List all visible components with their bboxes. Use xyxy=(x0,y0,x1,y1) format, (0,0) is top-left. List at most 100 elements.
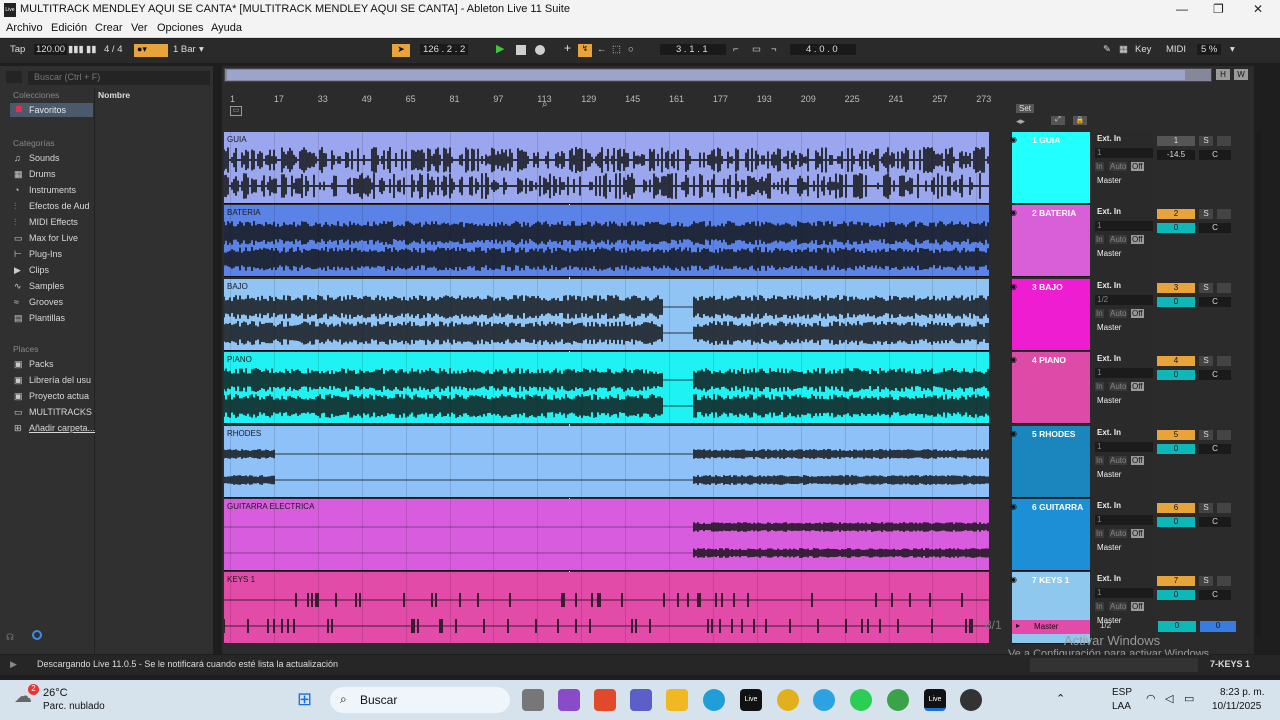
arm-button[interactable] xyxy=(1217,136,1231,146)
monitor-auto-button[interactable]: Auto xyxy=(1109,455,1128,465)
sidebar-item-favoritos[interactable]: Favoritos xyxy=(10,103,93,117)
monitor-auto-button[interactable]: Auto xyxy=(1109,529,1128,538)
sidebar-item-samples[interactable]: ∿ Samples xyxy=(14,281,64,292)
monitor-in-button[interactable]: In xyxy=(1095,529,1104,538)
windows-start-icon[interactable]: ⊞ xyxy=(297,689,317,709)
output-select[interactable]: Master xyxy=(1095,176,1153,186)
solo-button[interactable]: S xyxy=(1199,282,1213,293)
fold-icon[interactable]: ◉ xyxy=(1010,208,1017,217)
output-select[interactable]: Master xyxy=(1095,469,1153,480)
track-activator[interactable]: 3 xyxy=(1157,282,1195,293)
teams-icon[interactable] xyxy=(630,689,652,711)
track-header[interactable]: 1 GUIA ◉ xyxy=(1010,132,1090,204)
minimize-button[interactable]: — xyxy=(1176,2,1188,16)
fold-icon[interactable]: ◉ xyxy=(1010,575,1017,584)
monitor-in-button[interactable]: In xyxy=(1095,162,1104,171)
volume-field[interactable]: 0 xyxy=(1157,296,1195,307)
volume-field[interactable]: 0 xyxy=(1157,590,1195,601)
chrome-profile-icon[interactable] xyxy=(887,689,909,711)
position-field[interactable]: 126 . 2 . 2 xyxy=(420,44,469,55)
sidebar-item-grooves[interactable]: ≈ Grooves xyxy=(14,297,63,307)
solo-button[interactable]: S xyxy=(1199,136,1213,146)
punch-out-icon[interactable]: ¬ xyxy=(771,44,777,55)
nudge-icon[interactable]: ▮▮ xyxy=(86,44,96,55)
track-header[interactable]: 6 GUITARRA ◉ xyxy=(1010,499,1090,571)
track-header[interactable]: 3 BAJO ◉ xyxy=(1010,278,1090,351)
monitor-auto-button[interactable]: Auto xyxy=(1109,308,1128,318)
quantize-select[interactable]: 1 Bar xyxy=(173,44,196,55)
pan-field[interactable]: C xyxy=(1199,150,1231,160)
app-icon-generic[interactable] xyxy=(960,689,982,711)
metronome-icon[interactable]: ▮▮▮ xyxy=(68,44,84,55)
file-explorer-icon[interactable] xyxy=(666,689,688,711)
pan-field[interactable]: C xyxy=(1199,590,1231,601)
input-channel-select[interactable]: 1 xyxy=(1095,588,1153,599)
audio-clip[interactable]: KEYS 1 xyxy=(224,572,989,645)
browser-toggle-icon[interactable] xyxy=(6,71,22,83)
overdub-icon[interactable]: + xyxy=(564,41,571,55)
track-activator[interactable]: 5 xyxy=(1157,429,1195,440)
sidebar-item-audio-effects[interactable]: ⫶ Efectos de Aud xyxy=(14,201,90,212)
solo-button[interactable]: S xyxy=(1199,576,1213,587)
audio-clip[interactable]: BAJO xyxy=(224,278,989,351)
output-select[interactable]: Master xyxy=(1095,322,1153,333)
fold-icon[interactable]: ◉ xyxy=(1010,135,1017,144)
w-button[interactable]: W xyxy=(1234,69,1248,80)
volume-field[interactable]: 0 xyxy=(1157,370,1195,381)
input-channel-select[interactable]: 1 xyxy=(1095,148,1153,158)
vertical-scrollbar[interactable] xyxy=(1256,132,1262,636)
battery-icon[interactable]: ▭ xyxy=(1184,692,1194,705)
menu-archivo[interactable]: Archivo xyxy=(6,22,43,34)
sidebar-item-max-for-live[interactable]: ▭ Max for Live xyxy=(14,233,78,244)
language-label[interactable]: ESP xyxy=(1112,687,1132,698)
mini-overview[interactable] xyxy=(1030,658,1198,672)
arm-button[interactable] xyxy=(1217,282,1231,293)
sidebar-item-clips[interactable]: ▶ Clips xyxy=(14,265,49,276)
arrangement-overview[interactable] xyxy=(224,68,1212,82)
fold-icon[interactable]: ◉ xyxy=(1010,282,1017,291)
follow-arrow-icon[interactable]: ➤ xyxy=(392,44,410,57)
clip-fold-icon[interactable]: ▭ xyxy=(230,106,242,116)
lock-icon[interactable]: 🔒 xyxy=(1073,116,1087,125)
keyboard-layout-label[interactable]: LAA xyxy=(1112,701,1131,712)
solo-button[interactable]: S xyxy=(1199,209,1213,220)
sidebar-item-multitracks[interactable]: ▭ MULTITRACKS xyxy=(14,407,92,418)
computer-keyboard-icon[interactable]: ▦ xyxy=(1119,44,1128,55)
chevron-down-icon[interactable]: ▾ xyxy=(199,44,204,55)
expand-icon[interactable]: ⤢ xyxy=(1051,116,1065,125)
arm-button[interactable] xyxy=(1217,209,1231,220)
time-signature[interactable]: 4 / 4 xyxy=(104,44,123,55)
menu-ayuda[interactable]: Ayuda xyxy=(211,22,242,34)
monitor-off-button[interactable]: Off xyxy=(1131,529,1144,538)
close-button[interactable]: ✕ xyxy=(1253,2,1263,16)
pan-field[interactable]: C xyxy=(1199,223,1231,234)
monitor-auto-button[interactable]: Auto xyxy=(1109,382,1128,392)
sidebar-item-sounds[interactable]: ♫ Sounds xyxy=(14,153,60,163)
track-activator[interactable]: 2 xyxy=(1157,209,1195,220)
play-icon[interactable]: ▶ xyxy=(496,42,504,55)
monitor-off-button[interactable]: Off xyxy=(1131,382,1144,392)
volume-icon[interactable]: ◁ xyxy=(1165,692,1173,705)
monitor-auto-button[interactable]: Auto xyxy=(1109,602,1128,612)
input-type-select[interactable]: Ext. In xyxy=(1095,501,1153,511)
master-header[interactable]: ▸ Master xyxy=(1012,620,1090,634)
automation-arm-icon[interactable]: ↯ xyxy=(578,44,592,57)
input-type-select[interactable]: Ext. In xyxy=(1095,354,1153,365)
input-channel-select[interactable]: 1 xyxy=(1095,441,1153,452)
output-select[interactable]: Master xyxy=(1095,396,1153,407)
track-header[interactable]: 2 BATERIA ◉ xyxy=(1010,205,1090,278)
snipping-tool-icon[interactable] xyxy=(558,689,580,711)
follow-button[interactable]: ●▾ xyxy=(134,44,168,57)
input-type-select[interactable]: Ext. In xyxy=(1095,427,1153,438)
capture-icon[interactable]: ⬚ xyxy=(612,44,621,55)
monitor-off-button[interactable]: Off xyxy=(1131,308,1144,318)
solo-button[interactable]: S xyxy=(1199,429,1213,440)
arm-button[interactable] xyxy=(1217,576,1231,587)
fold-icon[interactable]: ▸ xyxy=(1016,621,1020,630)
menu-crear[interactable]: Crear xyxy=(95,22,123,34)
monitor-in-button[interactable]: In xyxy=(1095,382,1104,392)
volume-field[interactable]: 0 xyxy=(1157,517,1195,527)
whatsapp-icon[interactable] xyxy=(850,689,872,711)
audio-clip[interactable]: RHODES xyxy=(224,425,989,498)
loop-start-field[interactable]: 3 . 1 . 1 xyxy=(660,44,726,55)
